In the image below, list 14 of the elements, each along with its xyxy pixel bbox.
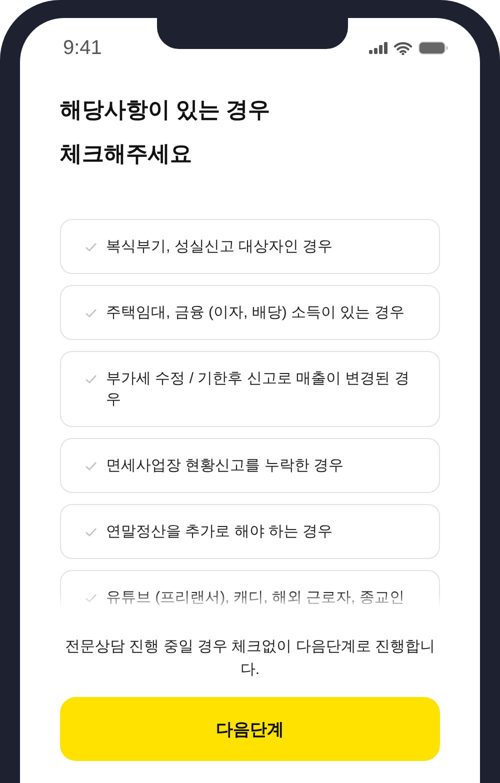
wifi-icon — [394, 42, 412, 54]
battery-icon — [418, 41, 448, 55]
checklist-item[interactable]: 주택임대, 금융 (이자, 배당) 소득이 있는 경우 — [60, 285, 440, 340]
checklist-item[interactable]: 부가세 수정 / 기한후 신고로 매출이 변경된 경우 — [60, 351, 440, 427]
checklist-item[interactable]: 면세사업장 현황신고를 누락한 경우 — [60, 438, 440, 493]
status-time: 9:41 — [63, 36, 102, 60]
checklist-item[interactable]: 유튜브 (프리랜서), 캐디, 해외 근로자, 종교인 — [60, 570, 440, 610]
checklist-item[interactable]: 연말정산을 추가로 해야 하는 경우 — [60, 504, 440, 559]
signal-icon — [369, 42, 388, 54]
page-title: 해당사항이 있는 경우 — [60, 96, 270, 124]
notice-text: 전문상담 진행 중일 경우 체크없이 다음단계로 진행합니다. — [64, 637, 436, 680]
checklist-item[interactable]: 복식부기, 성실신고 대상자인 경우 — [60, 219, 440, 274]
page-title: 체크해주세요 — [60, 140, 192, 168]
next-step-button[interactable]: 다음단계 — [60, 697, 440, 761]
